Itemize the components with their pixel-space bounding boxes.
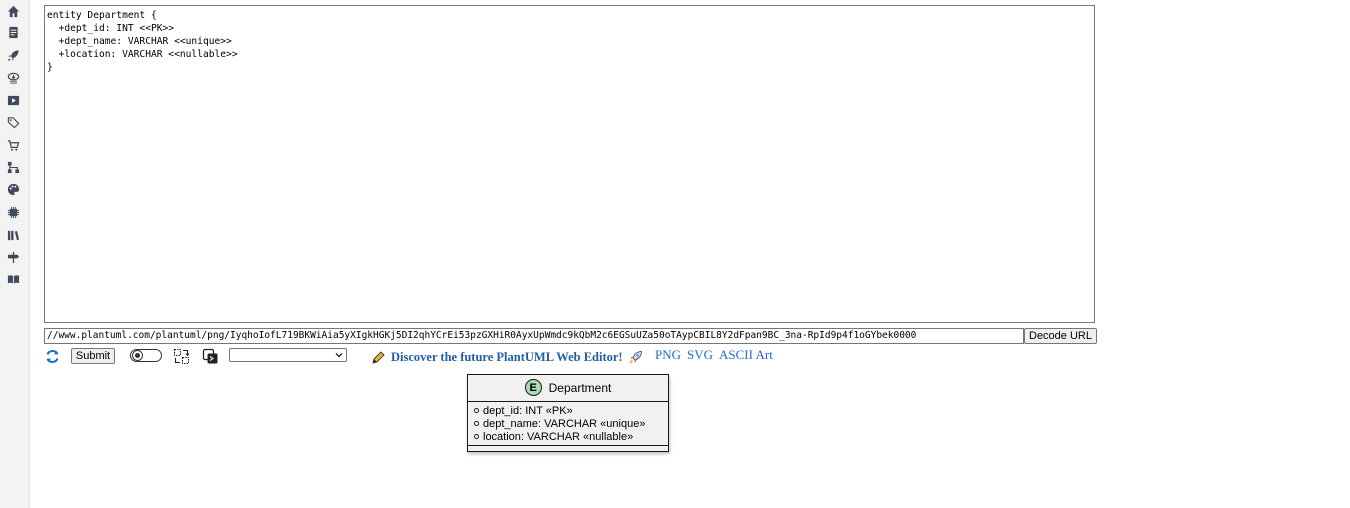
book-icon[interactable] (6, 272, 20, 286)
public-field-icon (474, 408, 479, 413)
entity-name: Department (548, 380, 612, 395)
palette-icon[interactable] (6, 182, 20, 196)
source-text[interactable]: entity Department { +dept_id: INT <<PK>>… (45, 6, 1094, 77)
source-editor[interactable]: entity Department { +dept_id: INT <<PK>>… (44, 5, 1095, 323)
decode-url-button[interactable]: Decode URL (1024, 328, 1097, 344)
entity-field-text: location: VARCHAR «nullable» (483, 430, 634, 443)
png-link[interactable]: PNG (655, 347, 681, 363)
cart-icon[interactable] (6, 138, 20, 152)
entity-field: dept_name: VARCHAR «unique» (474, 417, 645, 430)
diagram-url-input[interactable]: //www.plantuml.com/plantuml/png/IyqhoIof… (44, 328, 1024, 344)
rocket-icon[interactable] (6, 48, 20, 62)
entity-field-text: dept_name: VARCHAR «unique» (483, 417, 646, 430)
entity-header: E Department (468, 375, 668, 400)
future-editor-link[interactable]: Discover the future PlantUML Web Editor! (371, 349, 643, 365)
public-field-icon (474, 434, 479, 439)
home-icon[interactable] (6, 4, 20, 18)
svg-link[interactable]: SVG (687, 347, 713, 363)
library-icon[interactable] (6, 228, 20, 242)
cloud-icon[interactable] (6, 70, 20, 84)
ascii-art-link[interactable]: ASCII Art (719, 347, 773, 363)
entity-divider (468, 445, 668, 446)
sun-icon (132, 350, 143, 361)
chevron-down-icon (335, 353, 343, 358)
refresh-icon[interactable] (44, 348, 61, 365)
theme-toggle[interactable] (130, 349, 162, 362)
swap-layout-icon[interactable] (173, 348, 190, 365)
public-field-icon (474, 421, 479, 426)
future-editor-link-text[interactable]: Discover the future PlantUML Web Editor! (391, 350, 623, 365)
sitemap-icon[interactable] (6, 160, 20, 174)
rocket-emoji-icon (629, 350, 642, 364)
tags-icon[interactable] (6, 115, 20, 129)
department-entity: E Department dept_id: INT «PK» dept_name… (467, 374, 669, 452)
copy-icon[interactable] (202, 348, 219, 365)
sidebar (0, 0, 30, 508)
chip-icon[interactable] (6, 205, 20, 219)
submit-button[interactable]: Submit (71, 348, 115, 364)
play-icon[interactable] (6, 93, 20, 107)
signpost-icon[interactable] (6, 250, 20, 264)
diagram-type-select[interactable] (229, 348, 347, 362)
entity-divider (468, 401, 668, 402)
document-icon[interactable] (6, 25, 20, 39)
entity-field: dept_id: INT «PK» (474, 404, 573, 417)
entity-field-text: dept_id: INT «PK» (483, 404, 573, 417)
pencil-icon (372, 350, 385, 364)
entity-field: location: VARCHAR «nullable» (474, 430, 633, 443)
entity-badge: E (524, 379, 542, 396)
